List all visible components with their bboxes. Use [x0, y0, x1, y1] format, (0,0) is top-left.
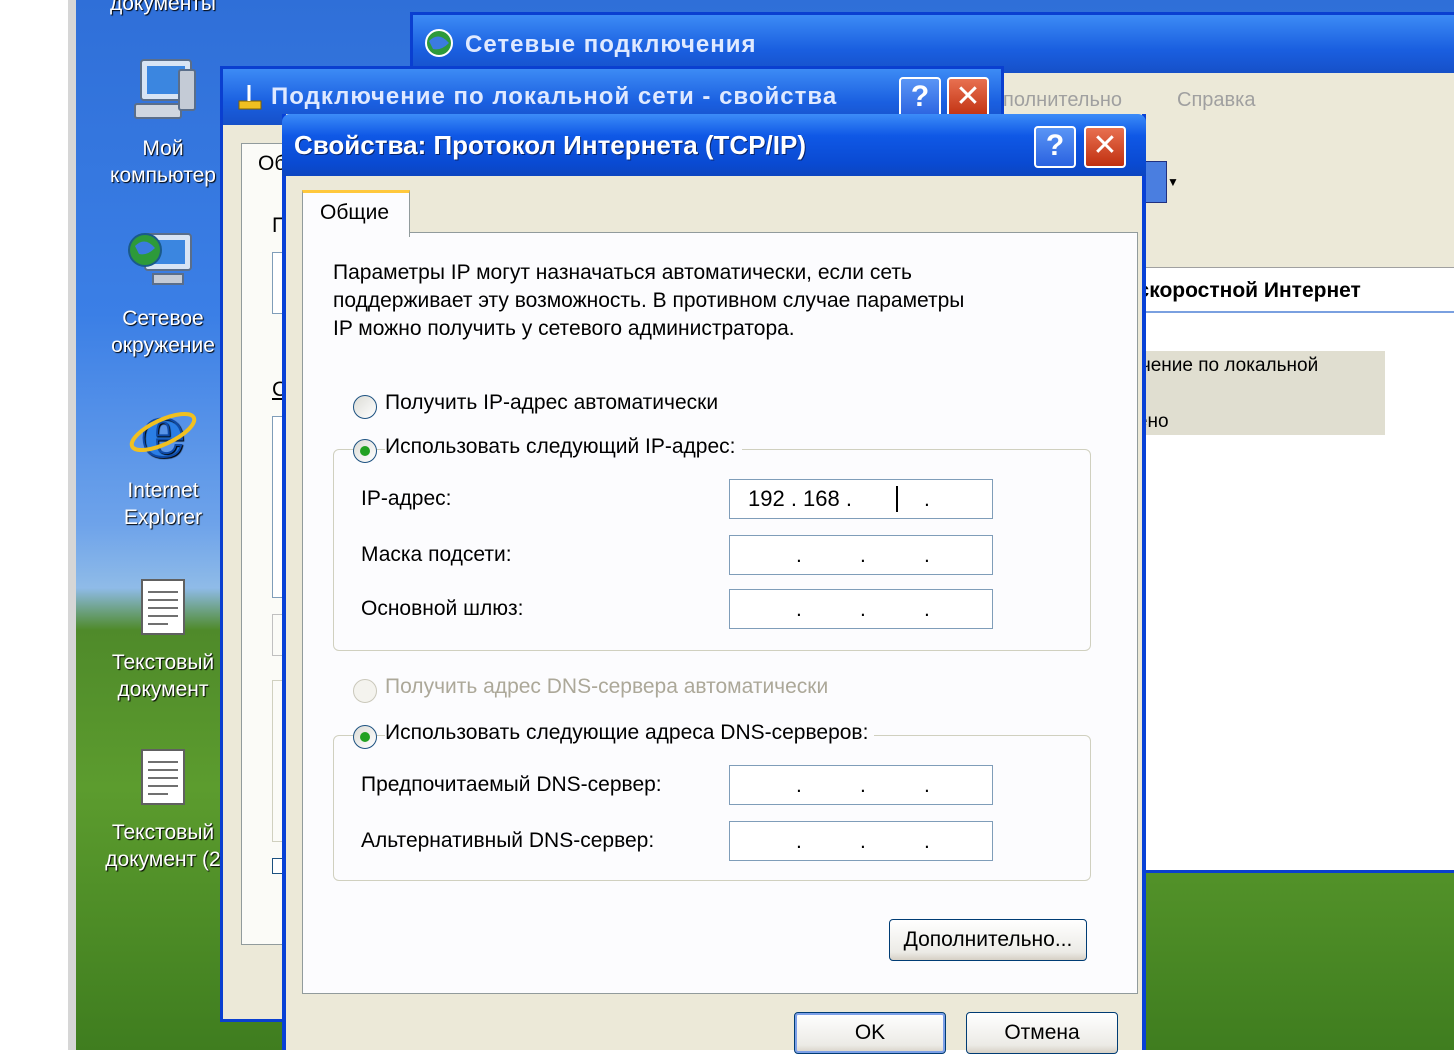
internet-explorer-icon: e [88, 389, 238, 474]
text-caret [896, 486, 898, 512]
ip-address-value: 192 . 168 . [748, 486, 852, 511]
radio-ip-auto[interactable] [353, 395, 377, 419]
radio-dns-manual-label[interactable]: Использовать следующие адреса DNS-сервер… [385, 721, 875, 745]
close-button[interactable]: ✕ [947, 77, 989, 119]
menu-help[interactable]: Справка [1177, 89, 1255, 112]
cancel-button[interactable]: Отмена [966, 1012, 1118, 1054]
network-connections-titlebar[interactable]: Сетевые подключения [413, 15, 1454, 73]
svg-text:e: e [141, 398, 186, 466]
radio-dns-auto-label[interactable]: Получить адрес DNS-сервера автоматически [385, 675, 835, 699]
advanced-button[interactable]: Дополнительно... [889, 919, 1087, 961]
desktop-icon-label: Сетевое [122, 307, 204, 330]
help-button[interactable]: ? [899, 77, 941, 119]
connection-name: ючение по локальной [1127, 355, 1319, 376]
desktop-icon-label: Explorer [123, 506, 203, 529]
subnet-mask-label: Маска подсети: [361, 543, 512, 566]
desktop-icon-internet-explorer[interactable]: e Internet Explorer [88, 389, 238, 531]
desktop-icon-label: Текстовый [111, 651, 215, 674]
ip-address-input[interactable]: 192 . 168 . . [729, 479, 993, 519]
network-connections-icon [425, 29, 453, 57]
desktop-icon-label: окружение [111, 334, 215, 357]
desktop-icon-label: Мой [142, 137, 184, 160]
tab-general[interactable]: Общие [302, 190, 410, 237]
network-places-icon [88, 226, 238, 301]
text-document-icon [88, 746, 238, 815]
radio-dns-auto[interactable] [353, 679, 377, 703]
dns-preferred-input[interactable]: ... [729, 765, 993, 805]
menu-advanced[interactable]: полнительно [1003, 89, 1122, 112]
gateway-input[interactable]: ... [729, 589, 993, 629]
help-button[interactable]: ? [1034, 126, 1076, 168]
radio-ip-manual-label[interactable]: Использовать следующий IP-адрес: [385, 435, 742, 459]
tcpip-title: Свойства: Протокол Интернета (TCP/IP) [294, 130, 806, 160]
text-document-icon [88, 576, 238, 645]
my-computer-icon [88, 56, 238, 131]
ip-address-label: IP-адрес: [361, 487, 452, 510]
desktop-icon-label: документ (2 [105, 848, 221, 871]
connection-item-local[interactable]: ючение по локальной чено [1113, 351, 1385, 435]
dns-alternate-label: Альтернативный DNS-сервер: [361, 829, 655, 852]
radio-ip-auto-label[interactable]: Получить IP-адрес автоматически [385, 391, 725, 415]
desktop-icon-label: Текстовый [111, 821, 215, 844]
gateway-label: Основной шлюз: [361, 597, 524, 620]
tcpip-titlebar[interactable]: Свойства: Протокол Интернета (TCP/IP) ? … [282, 114, 1146, 176]
tcpip-properties-dialog: Свойства: Протокол Интернета (TCP/IP) ? … [282, 114, 1146, 1054]
left-white-margin [0, 0, 68, 1050]
left-gray-margin [68, 0, 76, 1050]
desktop-icon-my-computer[interactable]: Мой компьютер [88, 56, 238, 189]
network-connections-title: Сетевые подключения [465, 31, 757, 58]
group-header: оскоростной Интернет [1113, 271, 1454, 313]
local-connection-title: Подключение по локальной сети - свойства [271, 83, 838, 110]
dns-preferred-label: Предпочитаемый DNS-сервер: [361, 773, 662, 796]
dns-alternate-input[interactable]: ... [729, 821, 993, 861]
subnet-mask-input[interactable]: ... [729, 535, 993, 575]
radio-dns-manual[interactable] [353, 725, 377, 749]
desktop-icon-label: компьютер [110, 164, 216, 187]
close-button[interactable]: ✕ [1084, 126, 1126, 168]
desktop-icon-text-document-1[interactable]: Текстовый документ [88, 576, 238, 703]
desktop-partial-label: документы [109, 0, 217, 15]
general-tab-panel: Параметры IP могут назначаться автоматич… [302, 232, 1138, 994]
radio-ip-manual[interactable] [353, 439, 377, 463]
network-connection-icon [238, 85, 262, 110]
desktop-icon-label: Internet [127, 479, 199, 502]
desktop-icon-network[interactable]: Сетевое окружение [88, 226, 238, 359]
desktop-icon-text-document-2[interactable]: Текстовый документ (2 [88, 746, 238, 873]
chevron-down-icon[interactable]: ▼ [1167, 175, 1179, 189]
description-text: Параметры IP могут назначаться автоматич… [333, 261, 965, 340]
ok-button[interactable]: OK [794, 1012, 946, 1054]
desktop-icon-label: документ [117, 678, 209, 701]
